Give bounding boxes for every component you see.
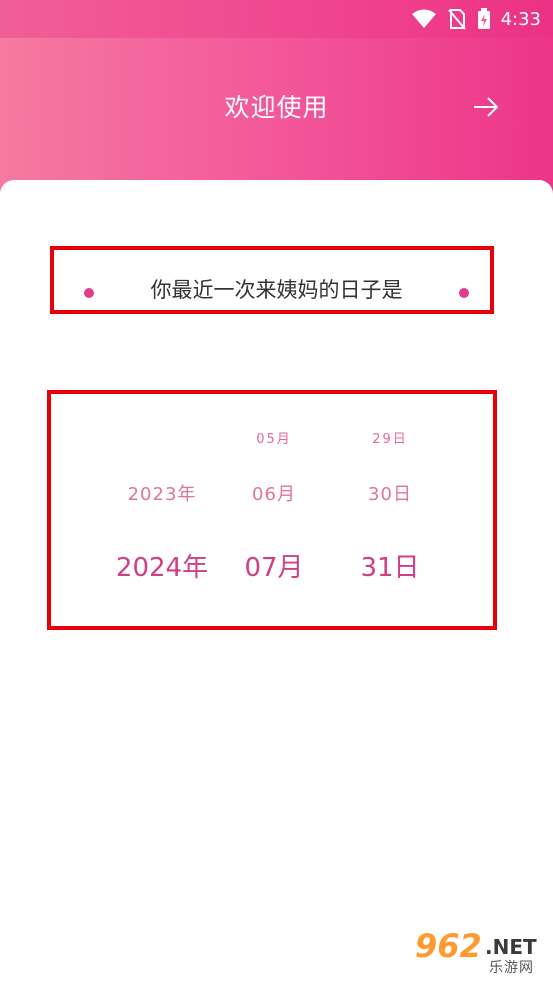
- picker-month-selected[interactable]: 07月: [224, 547, 324, 584]
- status-icons: 4:33: [411, 6, 541, 32]
- picker-month-item[interactable]: 05月: [224, 428, 324, 447]
- picker-year-selected[interactable]: 2024年: [100, 547, 224, 584]
- watermark-number: 962: [415, 927, 482, 965]
- site-watermark: 962 .NET 乐游网: [409, 927, 545, 977]
- picker-day-selected[interactable]: 31日: [340, 547, 440, 584]
- status-time: 4:33: [500, 8, 541, 30]
- wifi-icon: [411, 9, 436, 28]
- picker-month-item[interactable]: 06月: [224, 480, 324, 506]
- watermark-net: .NET: [485, 935, 537, 959]
- picker-year-item[interactable]: 2023年: [100, 480, 224, 506]
- no-sim-icon: [447, 9, 466, 30]
- arrow-right-icon[interactable]: [471, 92, 501, 122]
- status-bar: 4:33: [0, 0, 553, 38]
- watermark-site-name: 乐游网: [489, 960, 534, 976]
- picker-day-item[interactable]: 29日: [340, 428, 440, 447]
- battery-charging-icon: [477, 8, 490, 29]
- picker-day-item[interactable]: 30日: [340, 480, 440, 506]
- date-picker-highlight-box: [47, 390, 497, 630]
- question-text: 你最近一次来姨妈的日子是: [150, 278, 403, 302]
